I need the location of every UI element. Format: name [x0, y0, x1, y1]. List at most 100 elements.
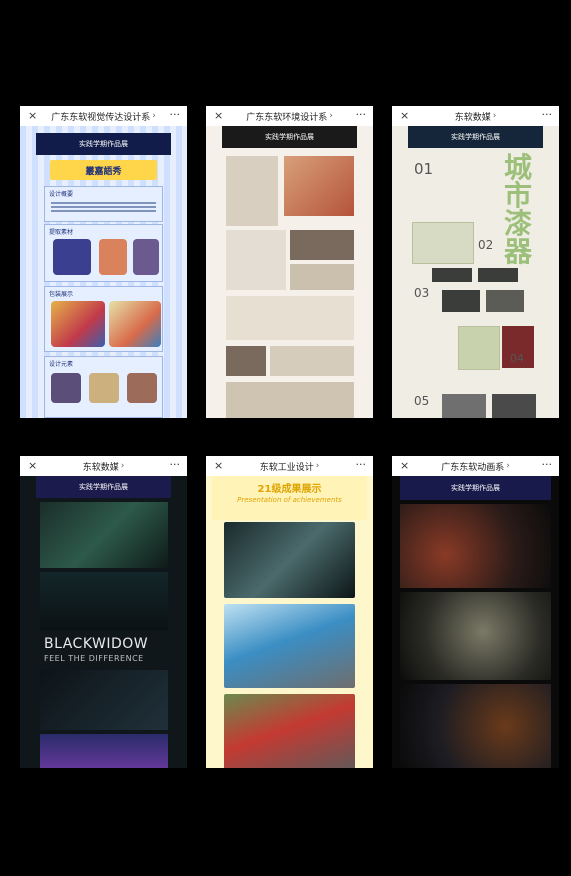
- close-icon[interactable]: ×: [214, 109, 223, 122]
- more-icon[interactable]: ···: [542, 458, 553, 471]
- project-title: 城市漆器: [504, 151, 533, 268]
- render-image: [492, 394, 536, 418]
- chevron-right-icon: ›: [506, 461, 510, 471]
- exhibition-banner: 实践学期作品展: [36, 476, 171, 498]
- mini-program-header: × 东软数媒 › ···: [20, 456, 187, 476]
- card-animation[interactable]: × 广东东软动画系 › ··· 实践学期作品展: [392, 456, 559, 768]
- scene-render: [400, 592, 551, 680]
- render-image: [40, 572, 168, 630]
- close-icon[interactable]: ×: [400, 459, 409, 472]
- render-image: [290, 230, 354, 260]
- car-render: [224, 522, 355, 598]
- product-headline: BLACKWIDOW: [44, 636, 149, 652]
- car-render: [224, 604, 355, 688]
- diagram-block: [226, 230, 286, 290]
- card-preview: 21级成果展示 Presentation of achievements: [206, 476, 373, 768]
- model-image: [432, 268, 472, 282]
- element-image: [51, 373, 81, 403]
- card-title[interactable]: 广东东软环境设计系: [246, 110, 327, 123]
- card-visual-communication[interactable]: × 广东东软视觉传达设计系 › ··· 实践学期作品展 叢嘉語秀 设计概要 提取素…: [20, 106, 187, 418]
- chevron-right-icon: ›: [315, 461, 320, 471]
- section-panel: 设计元素: [44, 356, 163, 418]
- close-icon[interactable]: ×: [28, 109, 37, 122]
- card-preview: 实践学期作品展: [206, 126, 373, 418]
- illustration: [133, 239, 159, 275]
- scene-render: [400, 504, 551, 588]
- section-number: 04: [510, 352, 524, 365]
- product-tagline: FEEL THE DIFFERENCE: [44, 654, 144, 663]
- mini-program-header: × 东软工业设计 › ···: [206, 456, 373, 476]
- exhibition-banner: 实践学期作品展: [222, 126, 357, 148]
- card-title[interactable]: 东软数媒: [455, 110, 491, 123]
- illustration: [53, 239, 91, 275]
- card-industrial-design[interactable]: × 东软工业设计 › ··· 21级成果展示 Presentation of ac…: [206, 456, 373, 768]
- more-icon[interactable]: ···: [170, 458, 181, 471]
- diagram-box: [412, 222, 474, 264]
- chevron-right-icon: ›: [492, 111, 497, 121]
- scene-render: [400, 684, 551, 768]
- mini-program-header: × 广东东软视觉传达设计系 › ···: [20, 106, 187, 126]
- render-image: [442, 394, 486, 418]
- more-icon[interactable]: ···: [356, 458, 367, 471]
- diagram-block: [270, 346, 354, 376]
- package-image: [109, 301, 161, 347]
- element-image: [127, 373, 157, 403]
- element-image: [89, 373, 119, 403]
- card-digital-media-2[interactable]: × 东软数媒 › ··· 实践学期作品展 BLACKWIDOW FEEL THE …: [20, 456, 187, 768]
- chevron-right-icon: ›: [329, 111, 333, 121]
- render-image: [40, 734, 168, 768]
- render-image: [284, 156, 354, 216]
- work-title: 叢嘉語秀: [50, 160, 157, 180]
- section-label: 提取素材: [49, 229, 74, 236]
- section-number: 05: [414, 394, 430, 408]
- card-environment-design[interactable]: × 广东东软环境设计系 › ··· 实践学期作品展: [206, 106, 373, 418]
- close-icon[interactable]: ×: [400, 109, 409, 122]
- more-icon[interactable]: ···: [542, 108, 553, 121]
- section-number: 02: [478, 238, 494, 252]
- card-digital-media-1[interactable]: × 东软数媒 › ··· 实践学期作品展 01 城市漆器 02 03 04 05: [392, 106, 559, 418]
- section-label: 设计概要: [49, 191, 74, 198]
- chevron-right-icon: ›: [120, 461, 125, 471]
- achievement-banner: 21级成果展示 Presentation of achievements: [212, 476, 367, 520]
- car-render: [224, 694, 355, 768]
- mini-program-header: × 广东东软动画系 › ···: [392, 456, 559, 476]
- card-preview: 实践学期作品展 BLACKWIDOW FEEL THE DIFFERENCE: [20, 476, 187, 768]
- section-panel: 提取素材: [44, 224, 163, 282]
- more-icon[interactable]: ···: [356, 108, 367, 121]
- section-label: 设计元素: [49, 361, 74, 368]
- model-image: [442, 290, 480, 312]
- section-number: 03: [414, 286, 430, 300]
- package-image: [51, 301, 105, 347]
- card-title[interactable]: 广东东软视觉传达设计系: [51, 110, 150, 123]
- banner-title: 21级成果展示: [257, 484, 322, 495]
- artwork-image: [458, 326, 500, 370]
- render-image: [40, 502, 168, 568]
- mini-program-header: × 东软数媒 › ···: [392, 106, 559, 126]
- illustration: [99, 239, 127, 275]
- card-preview: 实践学期作品展 01 城市漆器 02 03 04 05: [392, 126, 559, 418]
- card-title[interactable]: 东软数媒: [83, 460, 119, 473]
- card-title[interactable]: 广东东软动画系: [441, 460, 504, 473]
- exhibition-banner: 实践学期作品展: [408, 126, 543, 148]
- card-title[interactable]: 东软工业设计: [260, 460, 314, 473]
- close-icon[interactable]: ×: [214, 459, 223, 472]
- banner-subtitle: Presentation of achievements: [237, 496, 342, 504]
- model-image: [478, 268, 518, 282]
- model-image: [486, 290, 524, 312]
- section-number: 01: [414, 160, 434, 178]
- text-block: [226, 156, 278, 226]
- card-preview: 实践学期作品展 叢嘉語秀 设计概要 提取素材 包装展示 设计元素: [20, 126, 187, 418]
- close-icon[interactable]: ×: [28, 459, 37, 472]
- diagram-block: [290, 264, 354, 290]
- exhibition-banner: 实践学期作品展: [36, 133, 171, 155]
- diagram-block: [226, 382, 354, 418]
- screenshot-canvas: × 广东东软视觉传达设计系 › ··· 实践学期作品展 叢嘉語秀 设计概要 提取素…: [10, 8, 568, 876]
- exhibition-banner: 实践学期作品展: [400, 476, 551, 500]
- more-icon[interactable]: ···: [170, 108, 181, 121]
- section-panel: 包装展示: [44, 286, 163, 352]
- render-image: [226, 346, 266, 376]
- card-preview: 实践学期作品展: [392, 476, 559, 768]
- section-label: 包装展示: [49, 291, 74, 298]
- render-image: [40, 670, 168, 730]
- mini-program-header: × 广东东软环境设计系 › ···: [206, 106, 373, 126]
